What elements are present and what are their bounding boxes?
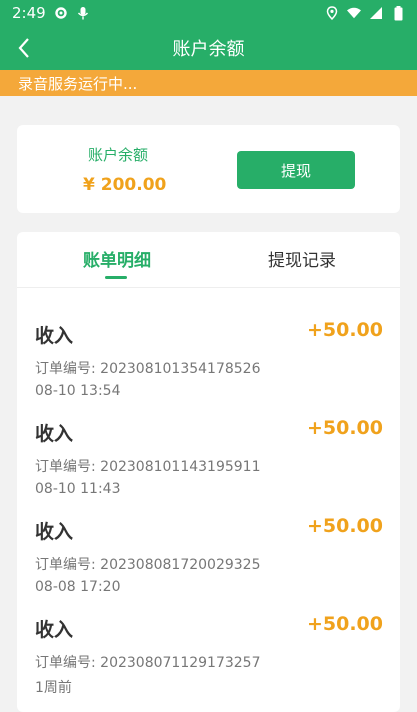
transaction-amount: +50.00 (306, 417, 383, 439)
microphone-icon (76, 6, 90, 20)
transaction-type: 收入 (35, 619, 74, 641)
active-tab-indicator (105, 276, 127, 279)
page-title: 账户余额 (172, 39, 245, 60)
balance-amount: ¥ 200.00 (83, 175, 167, 195)
transaction-item[interactable]: 收入 +50.00 订单编号: 202308101354178526 08-10… (17, 319, 400, 419)
transactions-card: 账单明细 提现记录 收入 +50.00 订单编号: 20230810135417… (17, 232, 400, 712)
transaction-time: 08-10 11:43 (35, 481, 121, 497)
wifi-icon (347, 6, 361, 20)
balance-card: 账户余额 ¥ 200.00 提现 (17, 125, 400, 213)
settings-gear-icon (54, 6, 68, 20)
transaction-time: 08-08 17:20 (35, 579, 121, 595)
transaction-order-number: 订单编号: 202308101143195911 (35, 459, 261, 475)
transaction-order-number: 订单编号: 202308101354178526 (35, 361, 261, 377)
transaction-order-number: 订单编号: 202308071129173257 (35, 655, 261, 671)
status-time: 2:49 (12, 4, 46, 22)
tab-bill-details[interactable]: 账单明细 (83, 246, 151, 271)
tab-bar: 账单明细 提现记录 (17, 232, 400, 288)
tab-withdraw-records[interactable]: 提现记录 (268, 246, 336, 271)
transaction-time: 08-10 13:54 (35, 383, 121, 399)
transaction-amount: +50.00 (306, 613, 383, 635)
transaction-order-number: 订单编号: 202308081720029325 (35, 557, 261, 573)
transaction-item[interactable]: 收入 +50.00 订单编号: 202308081720029325 08-08… (17, 515, 400, 615)
signal-icon (369, 6, 383, 20)
transaction-item[interactable]: 收入 +50.00 订单编号: 202308101143195911 08-10… (17, 417, 400, 517)
transaction-item[interactable]: 收入 +50.00 订单编号: 202308071129173257 1周前 (17, 613, 400, 712)
transaction-amount: +50.00 (306, 319, 383, 341)
recording-service-banner: 录音服务运行中... (0, 70, 417, 96)
transaction-type: 收入 (35, 325, 74, 347)
app-bar: 账户余额 (0, 26, 417, 70)
transaction-type: 收入 (35, 423, 74, 445)
back-button[interactable] (10, 34, 38, 62)
chevron-left-icon (18, 38, 29, 58)
status-bar: 2:49 (0, 0, 417, 26)
balance-label: 账户余额 (88, 146, 149, 164)
withdraw-button[interactable]: 提现 (237, 151, 355, 189)
transaction-time: 1周前 (35, 680, 72, 696)
location-icon (325, 6, 339, 20)
battery-icon (391, 5, 405, 20)
transaction-type: 收入 (35, 521, 74, 543)
transaction-amount: +50.00 (306, 515, 383, 537)
